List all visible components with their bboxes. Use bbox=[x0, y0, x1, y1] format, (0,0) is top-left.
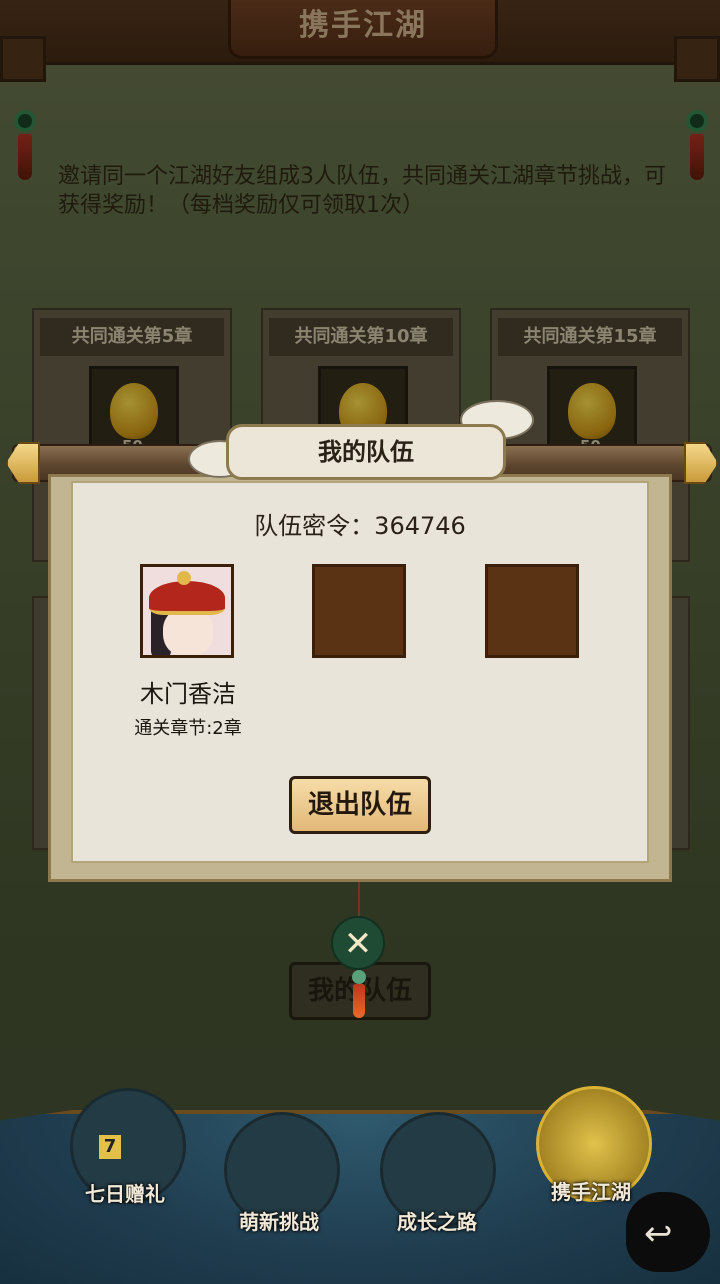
modal-title-tab: 我的队伍 bbox=[226, 424, 506, 480]
jade-tassel-left bbox=[14, 110, 36, 200]
reward-card-label: 共同通关第15章 bbox=[498, 318, 682, 356]
nav-label-growth-path: 成长之路 bbox=[397, 1210, 477, 1234]
quit-team-button[interactable]: 退出队伍 bbox=[289, 776, 431, 834]
modal-title: 我的队伍 bbox=[318, 438, 414, 466]
seven-day-badge: 7 bbox=[99, 1135, 121, 1159]
gourd-icon bbox=[110, 383, 158, 439]
scroll-knob-right bbox=[684, 442, 718, 484]
back-arrow-icon: ↩ bbox=[644, 1214, 673, 1254]
top-header: 携手江湖 bbox=[0, 0, 720, 65]
corner-ornament-right bbox=[674, 36, 720, 82]
page-title: 携手江湖 bbox=[299, 8, 427, 43]
pendant-cord bbox=[358, 882, 360, 916]
avatar-hat bbox=[149, 581, 225, 615]
member-slot-1[interactable] bbox=[140, 564, 234, 658]
close-icon[interactable]: ✕ bbox=[331, 916, 385, 970]
member-slot-2-empty[interactable] bbox=[312, 564, 406, 658]
team-passcode: 队伍密令：364746 bbox=[254, 512, 466, 540]
corner-ornament-left bbox=[0, 36, 46, 82]
close-pendant: ✕ bbox=[331, 882, 387, 1022]
pendant-tassel bbox=[353, 984, 365, 1018]
reward-card-label: 共同通关第10章 bbox=[269, 318, 453, 356]
member-chapter: 通关章节:2章 bbox=[134, 718, 242, 739]
avatar-hat-top bbox=[177, 571, 191, 585]
jade-tassel-right bbox=[686, 110, 708, 200]
member-name: 木门香洁 bbox=[140, 680, 236, 708]
member-slot-3-empty[interactable] bbox=[485, 564, 579, 658]
title-plate: 携手江湖 bbox=[228, 0, 498, 59]
intro-text: 邀请同一个江湖好友组成3人队伍，共同通关江湖章节挑战，可获得奖励！（每档奖励仅可… bbox=[58, 164, 666, 218]
gourd-icon bbox=[568, 383, 616, 439]
nav-label-newbie-challenge: 萌新挑战 bbox=[239, 1210, 319, 1234]
reward-icon-box: 50 bbox=[547, 366, 637, 456]
nav-label-seven-day-gift: 七日赠礼 bbox=[85, 1182, 165, 1206]
reward-icon-box: 50 bbox=[89, 366, 179, 456]
pendant-bead bbox=[352, 970, 366, 984]
reward-card-label: 共同通关第5章 bbox=[40, 318, 224, 356]
